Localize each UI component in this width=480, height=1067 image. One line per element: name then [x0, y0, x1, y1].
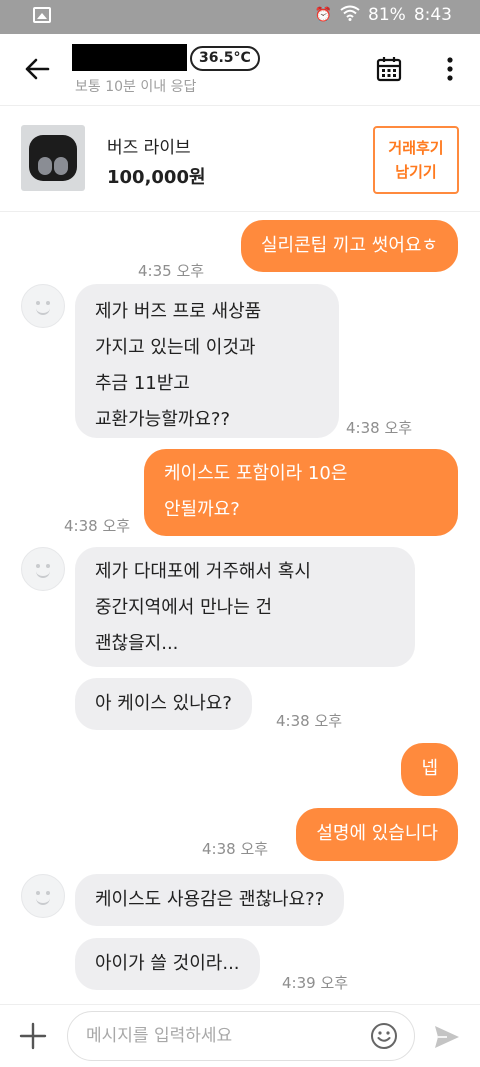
back-arrow-icon[interactable]: [22, 54, 52, 84]
message-row: 제가 다대포에 거주해서 혹시 중간지역에서 만나는 건 괜찮을지...: [0, 547, 480, 667]
outgoing-message-bubble[interactable]: 넵: [401, 743, 458, 796]
message-text-line: 가지고 있는데 이것과: [95, 337, 256, 358]
outgoing-message-bubble[interactable]: 케이스도 포함이라 10은 안될까요?: [144, 449, 458, 536]
earbuds-case-image: [29, 135, 77, 181]
user-avatar-icon[interactable]: [21, 874, 65, 918]
response-time-text: 보통 10분 이내 응답: [75, 79, 197, 95]
user-avatar-icon[interactable]: [21, 547, 65, 591]
incoming-message-bubble[interactable]: 아 케이스 있나요?: [75, 678, 252, 730]
message-text: 아 케이스 있나요?: [95, 693, 232, 714]
plus-icon[interactable]: [18, 1021, 48, 1051]
message-text-line: 추금 11받고: [95, 373, 190, 394]
user-avatar-icon[interactable]: [21, 284, 65, 328]
manner-temperature-badge: 36.5°C: [190, 46, 260, 71]
message-time: 4:38 오후: [64, 517, 131, 535]
leave-review-label-line2: 남기기: [395, 163, 437, 181]
message-time: 4:38 오후: [202, 840, 269, 858]
status-bar: ⏰ 81% 8:43: [0, 0, 480, 34]
product-price: 100,000원: [107, 167, 206, 188]
message-time: 4:35 오후: [138, 262, 205, 280]
message-time: 4:38 오후: [276, 712, 343, 730]
message-text-line: 괜찮을지...: [95, 633, 179, 654]
message-text: 넵: [421, 758, 438, 779]
message-row: 아 케이스 있나요? 4:38 오후: [0, 678, 480, 732]
message-row: 제가 버즈 프로 새상품 가지고 있는데 이것과 추금 11받고 교환가능할까요…: [0, 284, 480, 440]
alarm-icon: ⏰: [314, 7, 333, 23]
more-menu-icon[interactable]: [440, 54, 460, 84]
incoming-message-bubble[interactable]: 아이가 쓸 것이라...: [75, 938, 260, 990]
message-row: 실리콘팁 끼고 썻어요ㅎ 4:35 오후: [0, 220, 480, 280]
wifi-icon: [340, 5, 360, 25]
outgoing-message-bubble[interactable]: 실리콘팁 끼고 썻어요ㅎ: [240, 220, 458, 272]
emoji-icon[interactable]: [370, 1022, 398, 1050]
message-input[interactable]: [67, 1011, 415, 1061]
message-row: 넵: [0, 743, 480, 797]
message-text-line: 중간지역에서 만나는 건: [95, 597, 273, 618]
message-text: 설명에 있습니다: [316, 823, 438, 844]
outgoing-message-bubble[interactable]: 설명에 있습니다: [296, 808, 458, 861]
product-summary[interactable]: 버즈 라이브 100,000원 거래후기 남기기: [0, 107, 480, 212]
earbud-right: [54, 157, 68, 175]
incoming-message-bubble[interactable]: 제가 다대포에 거주해서 혹시 중간지역에서 만나는 건 괜찮을지...: [75, 547, 415, 667]
leave-review-button[interactable]: 거래후기 남기기: [373, 126, 459, 194]
chat-header: 36.5°C 보통 10분 이내 응답: [0, 34, 480, 106]
message-time: 4:38 오후: [346, 419, 413, 437]
message-text-line: 케이스도 포함이라 10은: [164, 463, 348, 484]
redacted-username: [72, 44, 187, 71]
calendar-icon[interactable]: [376, 56, 402, 82]
message-input-bar: [0, 1004, 480, 1067]
message-text-line: 제가 다대포에 거주해서 혹시: [95, 561, 311, 582]
product-thumbnail: [21, 125, 85, 191]
product-name: 버즈 라이브: [107, 138, 191, 158]
clock: 8:43: [413, 5, 452, 25]
message-text: 아이가 쓸 것이라...: [95, 953, 240, 974]
earbud-left: [38, 157, 52, 175]
gallery-notification-icon: [33, 7, 51, 23]
chat-message-list[interactable]: 실리콘팁 끼고 썻어요ㅎ 4:35 오후 제가 버즈 프로 새상품 가지고 있는…: [0, 212, 480, 1004]
incoming-message-bubble[interactable]: 제가 버즈 프로 새상품 가지고 있는데 이것과 추금 11받고 교환가능할까요…: [75, 284, 339, 438]
battery-percent: 81%: [368, 5, 406, 25]
leave-review-label-line1: 거래후기: [388, 139, 444, 157]
message-row: 아이가 쓸 것이라... 4:39 오후: [0, 938, 480, 992]
message-time: 4:39 오후: [282, 974, 349, 992]
message-row: 케이스도 포함이라 10은 안될까요? 4:38 오후: [0, 449, 480, 537]
message-text-line: 제가 버즈 프로 새상품: [95, 301, 262, 322]
message-text-line: 교환가능할까요??: [95, 409, 231, 430]
message-text-line: 안될까요?: [164, 499, 240, 520]
incoming-message-bubble[interactable]: 케이스도 사용감은 괜찮나요??: [75, 874, 345, 926]
message-text: 실리콘팁 끼고 썻어요ㅎ: [260, 235, 438, 256]
message-row: 케이스도 사용감은 괜찮나요??: [0, 874, 480, 928]
send-icon[interactable]: [433, 1023, 461, 1051]
message-text: 케이스도 사용감은 괜찮나요??: [95, 889, 325, 910]
message-row: 설명에 있습니다 4:38 오후: [0, 808, 480, 862]
